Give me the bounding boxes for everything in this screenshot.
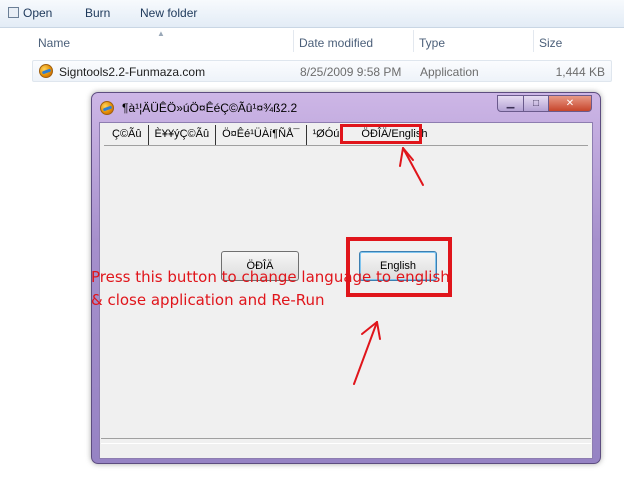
arrow-up-to-tab-icon [399, 147, 424, 186]
arrow-up-to-button-icon [353, 321, 381, 385]
annotation-arrows [353, 147, 424, 385]
